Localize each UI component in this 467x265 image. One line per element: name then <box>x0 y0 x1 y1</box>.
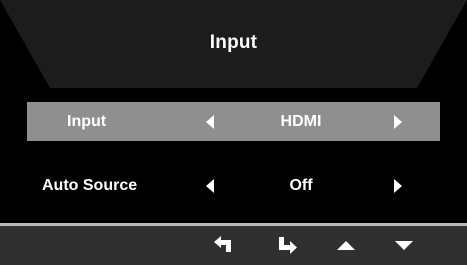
menu-title: Input <box>209 32 258 53</box>
return-arrow-icon[interactable] <box>213 234 235 256</box>
osd-menu: Input Input HDMI Auto Source Off <box>0 0 467 265</box>
arrow-right-icon[interactable] <box>394 179 402 193</box>
menu-row-value: Off <box>289 177 313 194</box>
menu-row-value: HDMI <box>280 113 322 130</box>
arrow-left-icon[interactable] <box>206 179 214 193</box>
navigation-bar <box>0 226 467 265</box>
enter-arrow-icon[interactable] <box>276 234 298 256</box>
menu-row-label: Input <box>67 113 107 130</box>
menu-row-input[interactable]: Input HDMI <box>27 102 440 141</box>
triangle-up-icon[interactable] <box>335 234 357 256</box>
arrow-left-icon[interactable] <box>206 115 214 129</box>
menu-row-label: Auto Source <box>42 177 138 194</box>
triangle-down-icon[interactable] <box>393 234 415 256</box>
menu-row-auto-source[interactable]: Auto Source Off <box>27 166 440 205</box>
arrow-right-icon[interactable] <box>394 115 402 129</box>
